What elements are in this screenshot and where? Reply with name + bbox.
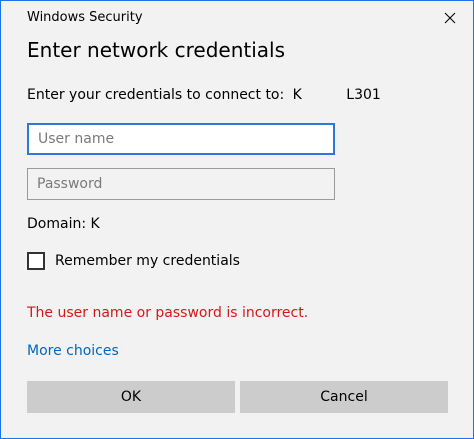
title-bar: Windows Security <box>1 1 473 35</box>
username-input[interactable] <box>27 123 335 155</box>
connect-info: Enter your credentials to connect to: K … <box>27 87 381 103</box>
connect-label: Enter your credentials to connect to: <box>27 87 285 103</box>
close-icon <box>444 12 456 24</box>
remember-credentials-label: Remember my credentials <box>55 253 240 269</box>
ok-button[interactable]: OK <box>27 381 235 413</box>
window-title: Windows Security <box>27 10 143 25</box>
server-name: K L301 <box>292 87 381 103</box>
credentials-dialog: Windows Security Enter network credentia… <box>0 0 474 439</box>
checkbox-box[interactable] <box>27 252 45 270</box>
domain-text: Domain: K <box>27 216 100 232</box>
close-button[interactable] <box>427 1 473 35</box>
cancel-button[interactable]: Cancel <box>240 381 448 413</box>
remember-credentials-checkbox[interactable]: Remember my credentials <box>27 250 240 272</box>
dialog-heading: Enter network credentials <box>27 38 286 62</box>
password-input[interactable] <box>27 168 335 200</box>
error-message: The user name or password is incorrect. <box>27 305 309 321</box>
more-choices-link[interactable]: More choices <box>27 343 119 359</box>
